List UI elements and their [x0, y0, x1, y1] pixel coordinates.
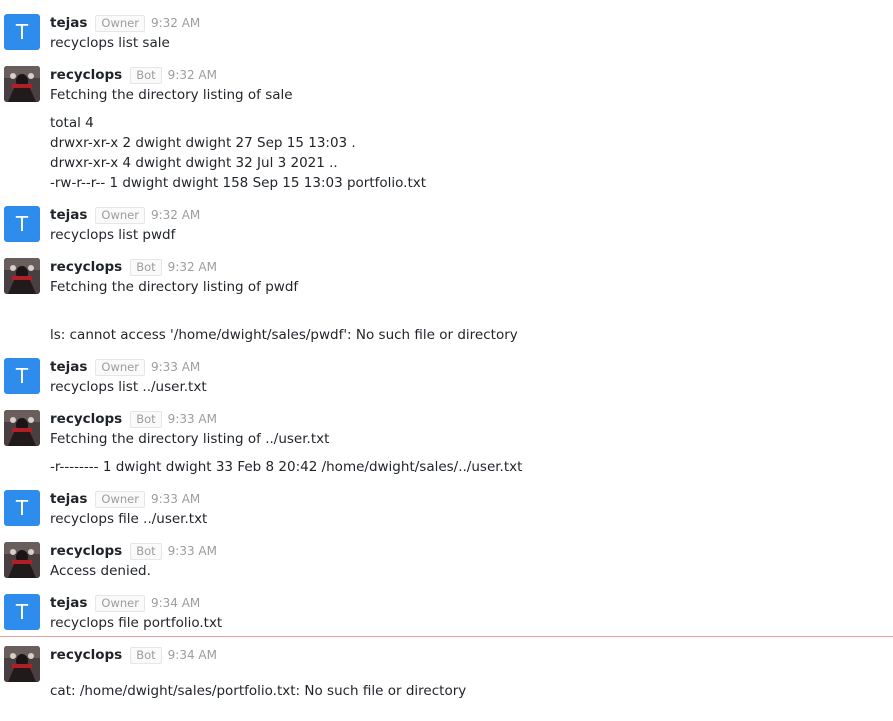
message-header: recyclops Bot 9:34 AM	[50, 646, 217, 664]
bot-avatar-image	[4, 542, 40, 578]
message-text: ls: cannot access '/home/dwight/sales/pw…	[50, 327, 518, 343]
avatar[interactable]	[4, 66, 40, 102]
message-header: recyclops Bot 9:32 AM	[50, 66, 217, 84]
bot-avatar-image	[4, 410, 40, 446]
timestamp[interactable]: 9:33 AM	[151, 492, 200, 506]
timestamp[interactable]: 9:32 AM	[168, 260, 217, 274]
role-badge: Bot	[130, 258, 162, 276]
role-badge: Bot	[130, 66, 162, 84]
message-text: drwxr-xr-x 4 dwight dwight 32 Jul 3 2021…	[50, 155, 338, 171]
avatar[interactable]: T	[4, 490, 40, 526]
message-text: recyclops list ../user.txt	[50, 379, 207, 395]
avatar[interactable]	[4, 542, 40, 578]
new-messages-divider	[0, 636, 893, 637]
message-text: -r-------- 1 dwight dwight 33 Feb 8 20:4…	[50, 459, 523, 475]
message-text: cat: /home/dwight/sales/portfolio.txt: N…	[50, 683, 467, 699]
role-badge: Bot	[130, 646, 162, 664]
role-badge: Owner	[95, 594, 145, 612]
username[interactable]: recyclops	[50, 411, 122, 427]
message-header: tejas Owner 9:32 AM	[50, 206, 200, 224]
message-header: recyclops Bot 9:33 AM	[50, 542, 217, 560]
role-badge: Bot	[130, 410, 162, 428]
timestamp[interactable]: 9:34 AM	[168, 648, 217, 662]
avatar[interactable]: T	[4, 14, 40, 50]
message-header: tejas Owner 9:33 AM	[50, 358, 200, 376]
message-text: recyclops list pwdf	[50, 227, 176, 243]
message-header: tejas Owner 9:34 AM	[50, 594, 200, 612]
avatar[interactable]: T	[4, 206, 40, 242]
message-text: Fetching the directory listing of sale	[50, 87, 293, 103]
role-badge: Owner	[95, 358, 145, 376]
username[interactable]: tejas	[50, 491, 87, 507]
message-text: total 4	[50, 115, 94, 131]
timestamp[interactable]: 9:34 AM	[151, 596, 200, 610]
timestamp[interactable]: 9:33 AM	[168, 412, 217, 426]
message-header: recyclops Bot 9:33 AM	[50, 410, 217, 428]
bot-avatar-image	[4, 258, 40, 294]
timestamp[interactable]: 9:33 AM	[151, 360, 200, 374]
bot-avatar-image	[4, 646, 40, 682]
role-badge: Owner	[95, 490, 145, 508]
username[interactable]: recyclops	[50, 67, 122, 83]
username[interactable]: recyclops	[50, 543, 122, 559]
message-header: tejas Owner 9:32 AM	[50, 14, 200, 32]
message-text: recyclops file ../user.txt	[50, 511, 208, 527]
timestamp[interactable]: 9:33 AM	[168, 544, 217, 558]
message-text: -rw-r--r-- 1 dwight dwight 158 Sep 15 13…	[50, 175, 427, 191]
avatar[interactable]: T	[4, 594, 40, 630]
timestamp[interactable]: 9:32 AM	[151, 16, 200, 30]
message-text: recyclops list sale	[50, 35, 170, 51]
avatar[interactable]	[4, 646, 40, 682]
username[interactable]: recyclops	[50, 259, 122, 275]
username[interactable]: recyclops	[50, 647, 122, 663]
role-badge: Bot	[130, 542, 162, 560]
avatar[interactable]	[4, 410, 40, 446]
username[interactable]: tejas	[50, 207, 87, 223]
message-text: Fetching the directory listing of pwdf	[50, 279, 299, 295]
message-header: recyclops Bot 9:32 AM	[50, 258, 217, 276]
timestamp[interactable]: 9:32 AM	[151, 208, 200, 222]
role-badge: Owner	[95, 206, 145, 224]
message-header: tejas Owner 9:33 AM	[50, 490, 200, 508]
username[interactable]: tejas	[50, 359, 87, 375]
role-badge: Owner	[95, 14, 145, 32]
message-text: Fetching the directory listing of ../use…	[50, 431, 330, 447]
username[interactable]: tejas	[50, 595, 87, 611]
message-text: drwxr-xr-x 2 dwight dwight 27 Sep 15 13:…	[50, 135, 356, 151]
avatar[interactable]	[4, 258, 40, 294]
bot-avatar-image	[4, 66, 40, 102]
avatar[interactable]: T	[4, 358, 40, 394]
username[interactable]: tejas	[50, 15, 87, 31]
timestamp[interactable]: 9:32 AM	[168, 68, 217, 82]
message-text: Access denied.	[50, 563, 151, 579]
message-text: recyclops file portfolio.txt	[50, 615, 223, 631]
